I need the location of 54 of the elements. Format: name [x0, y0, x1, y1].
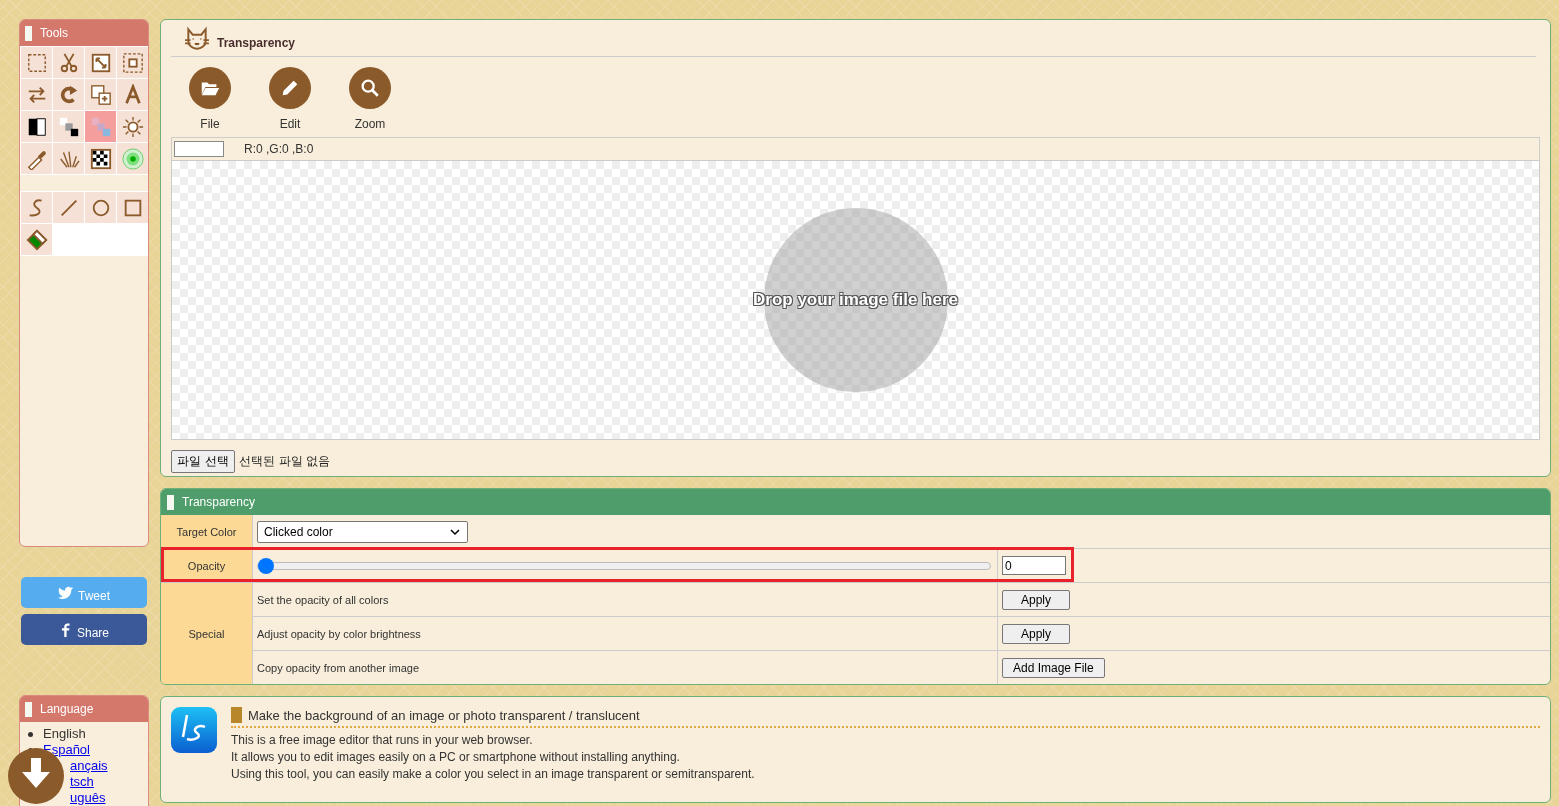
- language-link[interactable]: uguês: [70, 790, 106, 806]
- file-status: 선택된 파일 없음: [238, 453, 331, 470]
- color-readout: R:0 ,G:0 ,B:0: [244, 142, 314, 156]
- language-link[interactable]: tsch: [70, 774, 94, 790]
- page-title: Transparency: [217, 36, 296, 52]
- target-color-dropdown[interactable]: Clicked color: [257, 520, 468, 543]
- panel-title: Language: [40, 702, 94, 716]
- drop-hint: Drop your image file here: [753, 290, 958, 310]
- app-logo-icon: [171, 707, 217, 753]
- header-marker: [25, 25, 32, 41]
- share-button[interactable]: Share: [21, 614, 147, 645]
- action-button[interactable]: Apply: [1002, 623, 1070, 644]
- tool-button[interactable]: [21, 111, 52, 142]
- panel-title: Tools: [40, 26, 68, 40]
- row-label: Special: [161, 582, 252, 684]
- paragraph: Using this tool, you can easily make a color you select in an image transparent or semitransparent.: [231, 766, 756, 783]
- slider-thumb[interactable]: [258, 557, 274, 574]
- option-description: Copy opacity from another image: [252, 650, 997, 684]
- opacity-input[interactable]: 0: [1002, 556, 1066, 575]
- choose-file-button[interactable]: 파일 선택: [171, 450, 235, 473]
- action-button[interactable]: Add Image File: [1002, 657, 1105, 678]
- f-letter-icon: [59, 621, 73, 638]
- panel-title: Transparency: [182, 495, 255, 509]
- sun-icon: [121, 115, 144, 138]
- down-arrow-icon: [19, 758, 53, 788]
- radial-glow-icon: [121, 147, 144, 170]
- duplicate-icon: [89, 83, 112, 106]
- language-link[interactable]: ançais: [70, 758, 108, 774]
- checkerboard-icon: [89, 147, 112, 170]
- tool-button[interactable]: [53, 111, 84, 142]
- canvas-area[interactable]: Drop your image file here: [172, 161, 1539, 439]
- bird-icon: [58, 584, 74, 601]
- cat-face-icon: [183, 26, 211, 52]
- paragraph: This is a free image editor that runs in your web browser.: [231, 732, 534, 749]
- eraser-icon: [25, 228, 48, 251]
- bullet-icon: [28, 731, 33, 737]
- tool-button[interactable]: [85, 143, 116, 174]
- overlapping-squares-icon: [89, 115, 112, 138]
- dashed-square-icon: [121, 51, 144, 74]
- action-button[interactable]: Apply: [1002, 589, 1070, 610]
- section-heading: Make the background of an image or photo transparent / translucent: [248, 707, 640, 723]
- language-name: English: [43, 726, 86, 742]
- dashed-square-icon: [25, 51, 48, 74]
- row-label: Target Color: [161, 515, 252, 548]
- option-description: Set the opacity of all colors: [252, 582, 997, 616]
- option-description: Adjust opacity by color brightness: [252, 616, 997, 650]
- shaded-squares-icon: [57, 115, 80, 138]
- header-marker: [167, 494, 174, 510]
- color-swatch: [174, 141, 224, 157]
- header-marker: [25, 701, 32, 717]
- heading-marker: [231, 707, 242, 723]
- diagonal-arrows-icon: [89, 51, 112, 74]
- search-icon: [359, 77, 381, 99]
- paragraph: It allows you to edit images easily on a PC or smartphone without installing anything.: [231, 749, 681, 766]
